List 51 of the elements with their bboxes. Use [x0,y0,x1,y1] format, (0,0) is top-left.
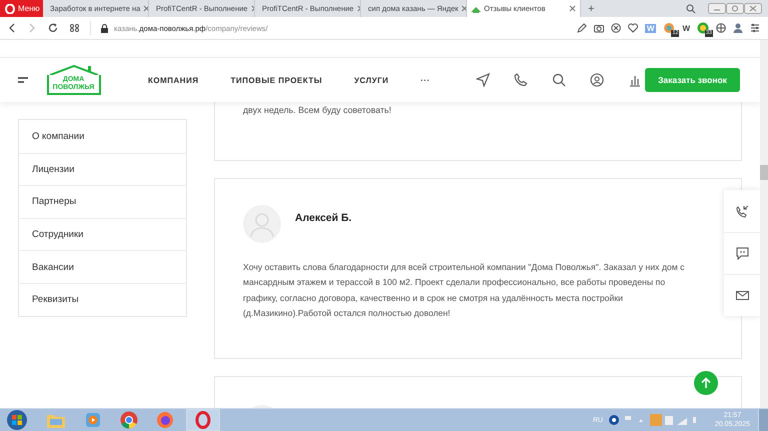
back-icon[interactable] [8,23,16,33]
window-controls-icon[interactable] [708,3,762,14]
review-text: двух недель. Всем буду советовать! [243,104,392,117]
grid-icon[interactable] [70,24,80,32]
chat-icon[interactable] [736,247,748,260]
nav-link[interactable]: УСЛУГИ [354,76,389,84]
heart-icon[interactable] [628,23,638,33]
reload-icon[interactable] [48,23,58,33]
firefox-icon[interactable] [156,411,174,429]
chrome-icon[interactable] [120,411,138,429]
opera-icon[interactable] [195,411,211,429]
menu-button[interactable]: Меню [0,0,43,17]
nav-link[interactable]: ··· [420,76,430,84]
opera-logo-icon [5,4,15,14]
nav-link[interactable]: КОМПАНИЯ [148,76,199,84]
search-icon[interactable] [552,73,566,87]
nav-link[interactable]: ТИПОВЫЕ ПРОЕКТЫ [230,76,322,84]
sidebar-item[interactable]: Сотрудники [19,218,186,250]
globe-icon[interactable] [716,23,726,33]
close-icon[interactable] [461,5,466,12]
avatar-icon[interactable] [733,23,743,33]
user-icon[interactable] [590,73,604,87]
callback-phone-icon[interactable] [736,204,748,218]
phone-icon[interactable] [514,73,528,87]
lock-icon [101,24,108,32]
help-icon[interactable] [608,415,619,425]
start-button-icon[interactable] [6,409,28,431]
bar-chart-icon[interactable] [628,73,642,87]
menu-icon[interactable] [18,77,29,83]
close-icon[interactable] [569,5,576,12]
close-icon[interactable] [143,5,148,12]
sidebar-item[interactable]: Вакансии [19,250,186,283]
edit-icon[interactable] [576,23,587,33]
sidebar-item[interactable]: О компании [19,120,186,153]
mail-icon[interactable] [736,289,748,302]
new-tab-button[interactable]: + [581,2,602,14]
sidebar-item[interactable]: Реквизиты [19,282,186,316]
sidebar-item[interactable]: Партнеры [19,185,186,218]
scrollbar[interactable] [760,40,768,408]
send-icon[interactable] [476,73,490,87]
extension-button[interactable]: W [682,24,690,32]
settings-icon[interactable] [750,23,760,33]
review-text: Хочу оставить слова благодарности для всей строительной компании "Дома Поволжья". Заказал у них дом с мансардным этажем и терассой в 100 м2. Проект сделали профессионально, все работы проведены по графику, согласно договора, качественно и в срок не смотря на удалённость места постройки (д.Мазикино).Работой остался полностью доволен! [243,261,686,320]
camera-icon[interactable] [594,23,604,33]
block-icon[interactable] [610,23,621,33]
search-icon[interactable] [686,4,696,14]
scrollbar-thumb[interactable] [760,165,768,180]
author-name: Алексей Б. [295,212,352,224]
scroll-top-icon[interactable] [694,371,718,395]
avatar-icon [243,205,281,243]
sidebar-item[interactable]: Лицензии [19,152,186,186]
